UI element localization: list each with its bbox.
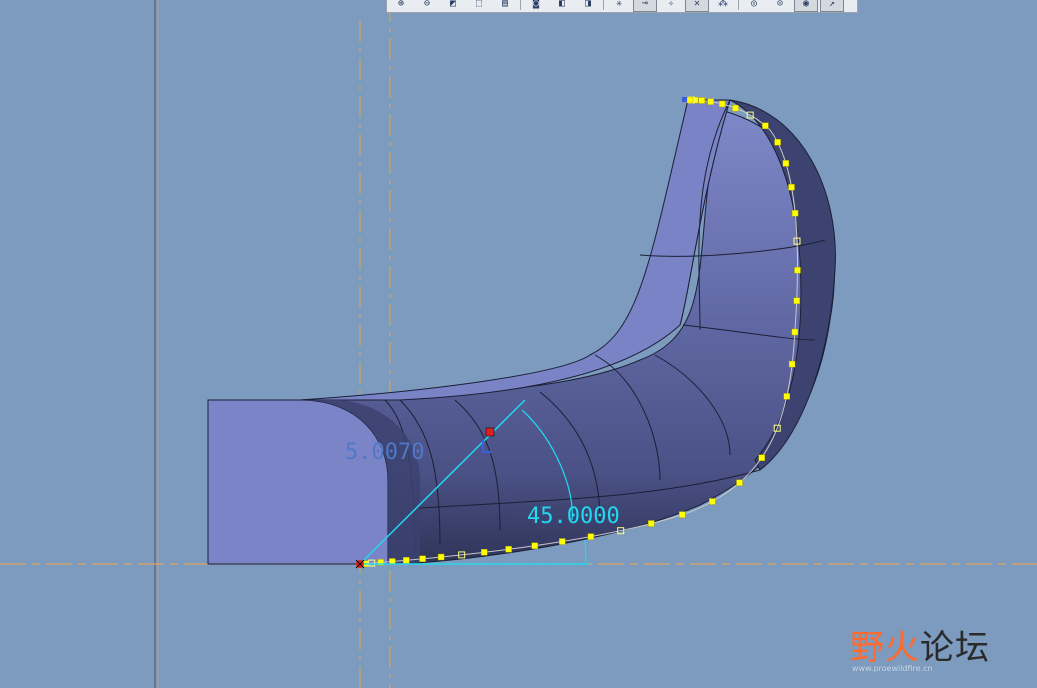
sketch-point[interactable] (791, 210, 799, 217)
toolbar-separator (738, 0, 739, 10)
refit-button[interactable]: ◩ (441, 0, 465, 12)
camera-button[interactable]: ◙ (524, 0, 548, 12)
display-style-icon: ◧ (558, 0, 566, 9)
sketch-point[interactable] (788, 360, 796, 368)
sketch-point[interactable] (791, 328, 799, 336)
watermark-url: www.proewildfire.cn (852, 664, 933, 673)
sketch-point[interactable] (559, 538, 566, 545)
zoom-out-icon: ⊖ (423, 0, 431, 9)
radius-dimension[interactable]: 5.0070 (345, 440, 424, 465)
sketch-point[interactable] (437, 553, 445, 561)
view-toolbar: ⊕ ⊖ ◩ ⬚ ▤ ◙ ◧ ◨ ✳ ⊸ ✧ ✕ ⁂ ◎ ⊙ ◉ ↗ (386, 0, 858, 13)
sketch-start-point[interactable] (682, 97, 687, 102)
end-cap-face (207, 399, 389, 565)
curve-display-icon: ↗ (828, 0, 836, 9)
sketch-point[interactable] (698, 97, 705, 104)
sketch-point[interactable] (736, 479, 743, 486)
saved-views-icon: ▤ (501, 0, 509, 9)
view-manager-button[interactable]: ◨ (576, 0, 600, 12)
sketch-point[interactable] (679, 511, 686, 518)
sketch-point[interactable] (403, 557, 410, 564)
sketch-point[interactable] (686, 96, 694, 104)
hidden-line-icon: ⊙ (776, 0, 784, 9)
sketch-point[interactable] (758, 454, 765, 461)
spin-center-button[interactable]: ◎ (742, 0, 766, 12)
orient-icon: ⬚ (475, 0, 483, 9)
datum-points-icon: ✧ (667, 0, 675, 9)
csys-display-icon: ✕ (693, 0, 701, 9)
datum-axes-icon: ⊸ (641, 0, 649, 9)
saved-views-button[interactable]: ▤ (493, 0, 517, 12)
sketch-point[interactable] (587, 533, 595, 540)
toolbar-separator (520, 0, 521, 10)
annotation-display-button[interactable]: ⁂ (711, 0, 735, 12)
radius-handle[interactable] (485, 427, 495, 437)
sketch-point[interactable] (732, 104, 739, 112)
angle-arc-lower (584, 539, 587, 563)
zoom-in-icon: ⊕ (397, 0, 405, 9)
sketch-point[interactable] (419, 555, 426, 562)
origin-point-icon[interactable] (355, 559, 365, 569)
sketch-point[interactable] (648, 520, 655, 527)
spin-center-icon: ◎ (750, 0, 758, 9)
view-manager-icon: ◨ (584, 0, 592, 9)
datum-lines (0, 0, 1037, 688)
camera-icon: ◙ (532, 0, 540, 9)
sketch-point[interactable] (718, 100, 726, 108)
curve-display-button[interactable]: ↗ (820, 0, 844, 12)
sketch-point[interactable] (794, 267, 801, 274)
orient-button[interactable]: ⬚ (467, 0, 491, 12)
hidden-line-button[interactable]: ⊙ (768, 0, 792, 12)
sketch-point[interactable] (481, 549, 488, 556)
sketch-point[interactable] (782, 160, 790, 167)
swept-solid[interactable] (207, 99, 836, 565)
watermark-logo: 野火论坛 (850, 628, 990, 668)
sketch-point[interactable] (783, 393, 790, 400)
sketch-point[interactable] (709, 498, 716, 505)
zoom-out-button[interactable]: ⊖ (415, 0, 439, 12)
sketch-point[interactable] (788, 184, 795, 191)
annotation-display-icon: ⁂ (718, 0, 728, 9)
datum-axes-button[interactable]: ⊸ (633, 0, 657, 12)
no-hidden-button[interactable]: ◉ (794, 0, 818, 12)
datum-planes-icon: ✳ (615, 0, 623, 9)
sketch-point[interactable] (762, 122, 769, 130)
datum-points-button[interactable]: ✧ (659, 0, 683, 12)
sketch-point[interactable] (793, 297, 800, 304)
datum-planes-button[interactable]: ✳ (607, 0, 631, 12)
display-style-button[interactable]: ◧ (550, 0, 574, 12)
angle-dimension[interactable]: 45.0000 (527, 504, 620, 529)
csys-display-button[interactable]: ✕ (685, 0, 709, 12)
zoom-in-button[interactable]: ⊕ (389, 0, 413, 12)
model-viewport[interactable]: 5.0070 45.0000 (0, 0, 1037, 688)
refit-icon: ◩ (449, 0, 457, 9)
sketch-point[interactable] (774, 139, 781, 146)
no-hidden-icon: ◉ (802, 0, 810, 9)
toolbar-separator (603, 0, 604, 10)
sketch-point[interactable] (531, 542, 538, 549)
sketch-point[interactable] (707, 98, 714, 105)
forum-watermark: 野火论坛 www.proewildfire.cn (850, 618, 1030, 680)
sketch-point[interactable] (505, 546, 512, 553)
